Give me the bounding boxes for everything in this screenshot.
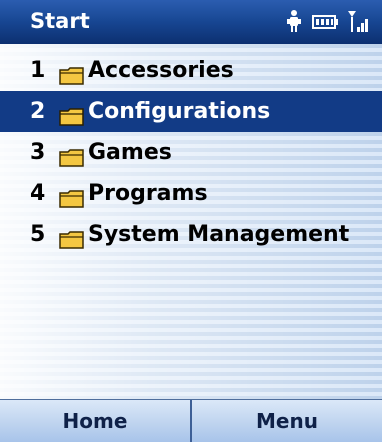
status-icons (282, 7, 368, 37)
menu-item-label: Programs (88, 181, 208, 206)
page-title: Start (30, 9, 90, 33)
menu-item-configurations[interactable]: 2 Configurations (0, 91, 382, 132)
menu-item-label: System Management (88, 222, 350, 247)
menu-item-number: 4 (30, 181, 46, 206)
home-softkey[interactable]: Home (0, 400, 190, 442)
signal-icon (346, 9, 368, 35)
folder-icon (58, 142, 86, 167)
battery-icon (312, 13, 340, 31)
menu-item-games[interactable]: 3 Games (30, 132, 382, 173)
menu-item-label: Configurations (88, 99, 271, 124)
connectivity-icon (282, 9, 306, 35)
menu-item-system-management[interactable]: 5 System Management (30, 214, 382, 255)
menu-softkey[interactable]: Menu (190, 400, 382, 442)
folder-icon (58, 183, 86, 208)
start-menu-list: 1 Accessories 2 Configurations 3 Games 4… (0, 50, 382, 255)
folder-icon (58, 101, 86, 126)
menu-item-number: 3 (30, 140, 46, 165)
menu-item-programs[interactable]: 4 Programs (30, 173, 382, 214)
title-bar: Start (0, 0, 382, 44)
menu-item-number: 5 (30, 222, 46, 247)
start-screen: Start 1 Accessories 2 Configurations 3 G… (0, 0, 382, 442)
menu-item-label: Games (88, 140, 172, 165)
folder-icon (58, 60, 86, 85)
menu-item-label: Accessories (88, 58, 234, 83)
menu-item-accessories[interactable]: 1 Accessories (30, 50, 382, 91)
menu-item-number: 1 (30, 58, 46, 83)
menu-item-number: 2 (30, 99, 46, 124)
softkey-bar: Home Menu (0, 399, 382, 442)
folder-icon (58, 224, 86, 249)
